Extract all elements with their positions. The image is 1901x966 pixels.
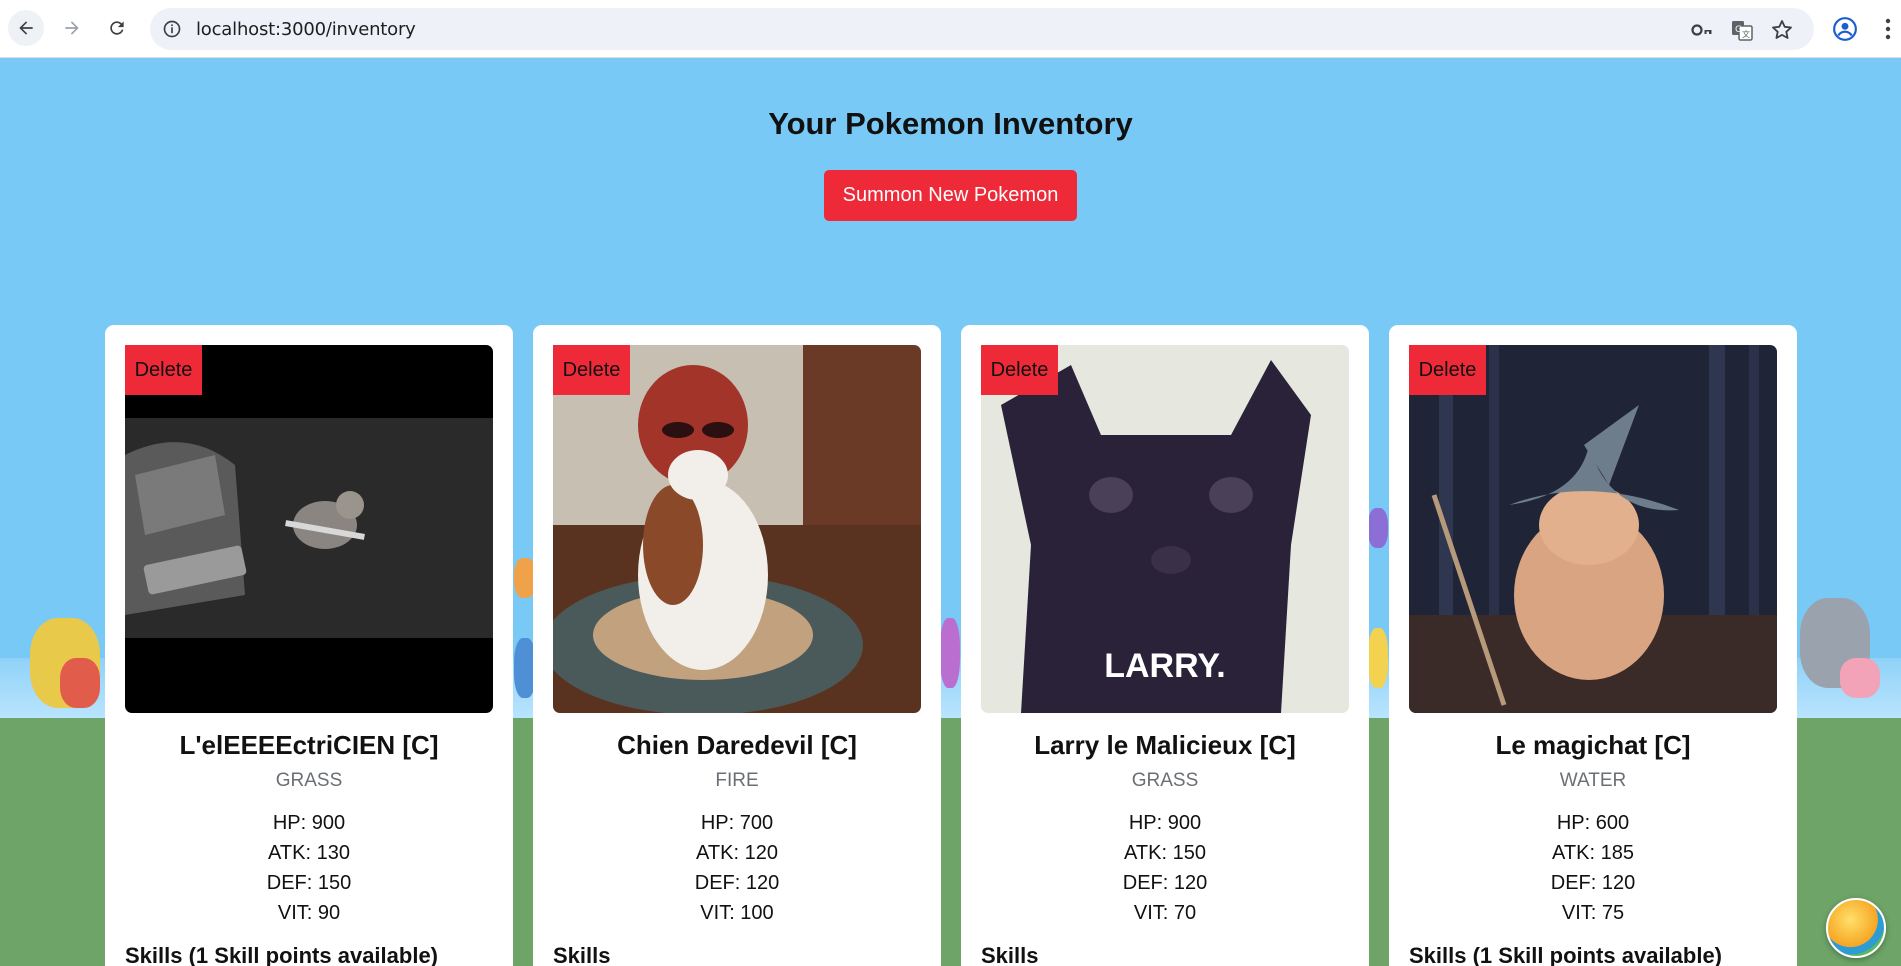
delete-button[interactable]: Delete bbox=[981, 345, 1058, 395]
pokemon-card: Delete L'elEEEEctriCIEN [C] GRASS HP: 90… bbox=[105, 325, 513, 966]
svg-text:G: G bbox=[1735, 25, 1742, 35]
pokemon-image bbox=[1409, 345, 1777, 713]
background-sprite bbox=[1840, 658, 1880, 698]
floating-island-icon[interactable] bbox=[1826, 898, 1886, 958]
delete-button[interactable]: Delete bbox=[125, 345, 202, 395]
url-text: localhost:3000/inventory bbox=[196, 19, 416, 40]
stat-def: DEF: 120 bbox=[1550, 872, 1636, 894]
stat-atk: ATK: 130 bbox=[268, 842, 350, 864]
skills-heading: Skills bbox=[553, 943, 611, 966]
pokemon-name: Le magichat [C] bbox=[1495, 730, 1691, 760]
pokemon-card-list: Delete L'elEEEEctriCIEN [C] GRASS HP: 90… bbox=[105, 325, 1797, 966]
stat-hp: HP: 600 bbox=[1556, 812, 1630, 834]
profile-icon[interactable] bbox=[1832, 16, 1858, 42]
pokemon-stats: HP: 900 ATK: 130 DEF: 150 VIT: 90 bbox=[105, 808, 513, 928]
translate-icon[interactable]: G 文 bbox=[1730, 18, 1754, 42]
star-icon[interactable] bbox=[1770, 18, 1794, 42]
reload-icon bbox=[110, 21, 124, 35]
image-caption: LARRY. bbox=[1104, 647, 1226, 685]
site-info-icon[interactable] bbox=[162, 19, 182, 39]
skills-heading: Skills (1 Skill points available) bbox=[1409, 943, 1723, 966]
pokemon-type: GRASS bbox=[275, 770, 343, 791]
stat-hp: HP: 700 bbox=[700, 812, 774, 834]
pokemon-name: Larry le Malicieux [C] bbox=[1034, 730, 1296, 760]
delete-button[interactable]: Delete bbox=[553, 345, 630, 395]
back-button[interactable] bbox=[8, 10, 44, 46]
pokemon-card: Delete Le magichat [C] WATER HP: 600 ATK… bbox=[1389, 325, 1797, 966]
pokemon-type: FIRE bbox=[715, 770, 759, 791]
pokemon-stats: HP: 900 ATK: 150 DEF: 120 VIT: 70 bbox=[961, 808, 1369, 928]
reload-button[interactable] bbox=[99, 10, 135, 46]
pokemon-image bbox=[125, 345, 493, 713]
forward-button[interactable] bbox=[54, 10, 90, 46]
pokemon-card: LARRY. Delete Larry le Malicieux [C] GRA… bbox=[961, 325, 1369, 966]
stat-vit: VIT: 75 bbox=[1561, 902, 1625, 924]
stat-def: DEF: 120 bbox=[1122, 872, 1208, 894]
pokemon-stats: HP: 700 ATK: 120 DEF: 120 VIT: 100 bbox=[533, 808, 941, 928]
stat-vit: VIT: 100 bbox=[700, 902, 774, 924]
browser-toolbar: localhost:3000/inventory G 文 bbox=[0, 0, 1901, 58]
stat-atk: ATK: 150 bbox=[1124, 842, 1206, 864]
stat-def: DEF: 120 bbox=[694, 872, 780, 894]
address-bar[interactable]: localhost:3000/inventory G 文 bbox=[150, 8, 1814, 50]
key-icon[interactable] bbox=[1690, 18, 1714, 42]
summon-new-pokemon-button[interactable]: Summon New Pokemon bbox=[824, 170, 1077, 221]
pokemon-image bbox=[553, 345, 921, 713]
pokemon-name: Chien Daredevil [C] bbox=[617, 730, 857, 760]
pokemon-name: L'elEEEEctriCIEN [C] bbox=[179, 730, 439, 760]
skills-heading: Skills bbox=[981, 943, 1039, 966]
pokemon-card: Delete Chien Daredevil [C] FIRE HP: 700 … bbox=[533, 325, 941, 966]
stat-hp: HP: 900 bbox=[272, 812, 346, 834]
page-title: Your Pokemon Inventory bbox=[768, 106, 1133, 141]
pokemon-type: GRASS bbox=[1131, 770, 1199, 791]
delete-button[interactable]: Delete bbox=[1409, 345, 1486, 395]
page-content: Your Pokemon Inventory Summon New Pokemo… bbox=[0, 58, 1901, 966]
pokemon-image: LARRY. bbox=[981, 345, 1349, 713]
pokemon-type: WATER bbox=[1559, 770, 1627, 791]
pokemon-stats: HP: 600 ATK: 185 DEF: 120 VIT: 75 bbox=[1389, 808, 1797, 928]
stat-atk: ATK: 120 bbox=[696, 842, 778, 864]
background-sprite bbox=[60, 658, 100, 708]
kebab-menu-icon[interactable] bbox=[1884, 16, 1892, 42]
stat-vit: VIT: 70 bbox=[1133, 902, 1197, 924]
stat-def: DEF: 150 bbox=[266, 872, 352, 894]
arrow-left-icon bbox=[19, 21, 33, 35]
arrow-right-icon bbox=[65, 21, 79, 35]
svg-text:文: 文 bbox=[1742, 29, 1750, 39]
skills-heading: Skills (1 Skill points available) bbox=[125, 943, 439, 966]
stat-vit: VIT: 90 bbox=[277, 902, 341, 924]
stat-hp: HP: 900 bbox=[1128, 812, 1202, 834]
stat-atk: ATK: 185 bbox=[1552, 842, 1634, 864]
